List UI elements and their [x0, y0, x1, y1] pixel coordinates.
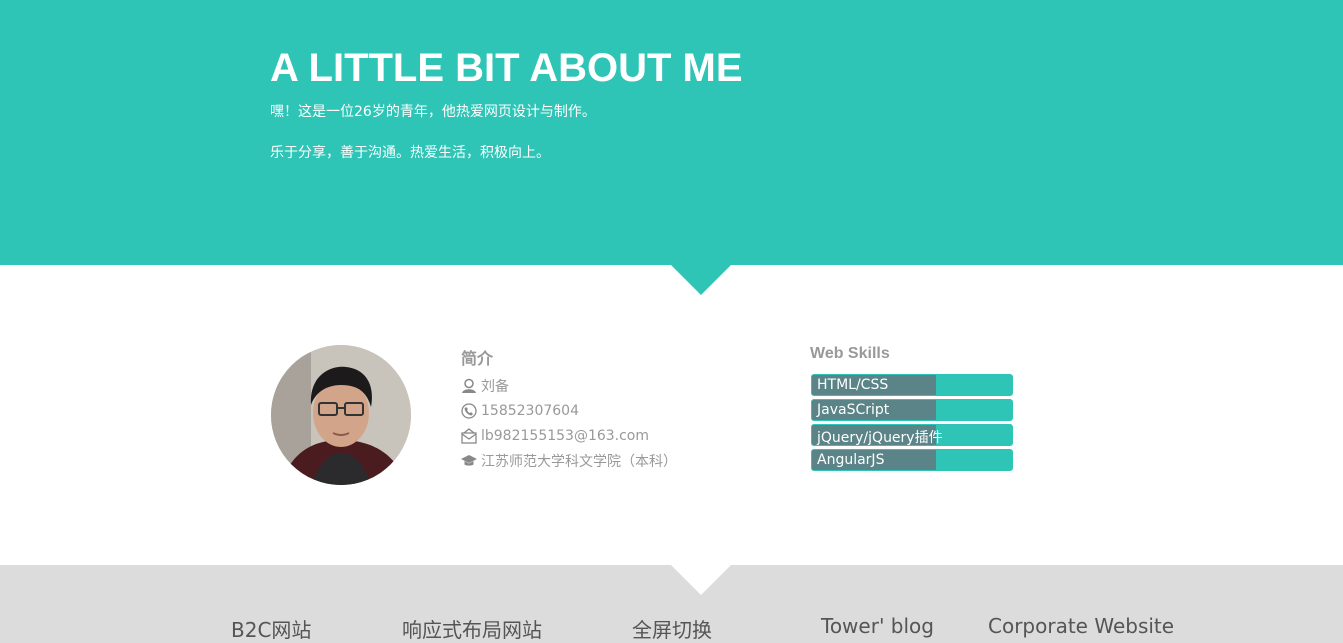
skill-label: jQuery/jQuery插件 [817, 430, 943, 446]
info-name-text: 刘备 [481, 379, 509, 395]
nav-link-responsive[interactable]: 响应式布局网站 [402, 614, 542, 643]
footer-pointer-arrow [671, 565, 731, 595]
nav-link-corporate[interactable]: Corporate Website [988, 614, 1174, 638]
person-photo-icon [271, 345, 411, 485]
info-email: lb982155153@163.com [461, 427, 649, 445]
envelope-icon [461, 428, 477, 444]
intro-heading: 简介 [461, 349, 494, 368]
skill-label: JavaSCript [817, 402, 890, 418]
hero-intro-line: 嘿！这是一位26岁的青年，他热爱网页设计与制作。 [270, 104, 596, 120]
graduation-cap-icon [461, 453, 477, 469]
avatar [271, 345, 411, 485]
hero-pointer-arrow [671, 265, 731, 295]
info-email-text: lb982155153@163.com [481, 428, 650, 444]
nav-link-blog[interactable]: Tower' blog [821, 614, 934, 638]
info-phone: 15852307604 [461, 402, 579, 420]
info-name: 刘备 [461, 377, 509, 395]
info-education: 江苏师范大学科文学院（本科） [461, 452, 677, 470]
skill-label: HTML/CSS [817, 377, 889, 393]
hero-motto-line: 乐于分享，善于沟通。热爱生活，积极向上。 [270, 145, 550, 161]
info-education-text: 江苏师范大学科文学院（本科） [481, 454, 677, 470]
nav-link-fullscreen[interactable]: 全屏切换 [632, 614, 712, 643]
skill-bar: jQuery/jQuery插件 [811, 424, 1013, 446]
info-phone-text: 15852307604 [481, 403, 579, 419]
phone-icon [461, 403, 477, 419]
skill-label: AngularJS [817, 452, 885, 468]
page-title: A LITTLE BIT ABOUT ME [270, 46, 743, 90]
skill-bar: HTML/CSS [811, 374, 1013, 396]
user-icon [461, 378, 477, 394]
hero-banner: A LITTLE BIT ABOUT ME 嘿！这是一位26岁的青年，他热爱网页… [0, 0, 1343, 265]
nav-link-b2c[interactable]: B2C网站 [231, 614, 311, 643]
skills-heading: Web Skills [810, 345, 890, 362]
skill-bar: JavaSCript [811, 399, 1013, 421]
skill-bar: AngularJS [811, 449, 1013, 471]
